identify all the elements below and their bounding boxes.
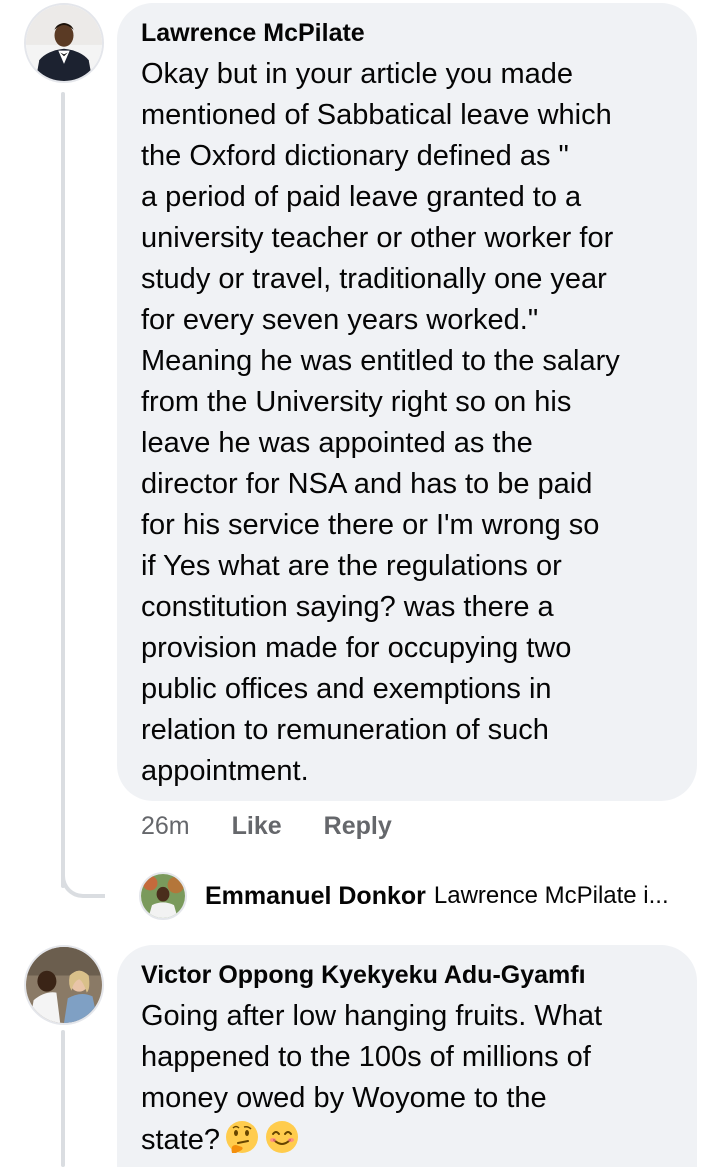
smiling-face-icon: [266, 1121, 298, 1153]
avatar-victor[interactable]: [24, 945, 104, 1025]
reply-snippet[interactable]: Lawrence McPilate i...: [434, 882, 669, 910]
comment-author[interactable]: Lawrence McPilate: [141, 17, 697, 49]
comment-text: Okay but in your article you made mentio…: [141, 58, 620, 787]
thread-connector-curve: [61, 858, 105, 898]
avatar-emmanuel[interactable]: [139, 872, 187, 920]
comment-actions: 26m Like Reply: [141, 812, 392, 841]
reply-preview[interactable]: Emmanuel Donkor Lawrence McPilate i...: [139, 872, 669, 920]
comment-bubble-lawrence[interactable]: Lawrence McPilate Okay but in your artic…: [117, 3, 697, 801]
avatar-victor-image: [26, 947, 102, 1023]
reply-author[interactable]: Emmanuel Donkor: [205, 882, 426, 911]
comments-thread: Lawrence McPilate Okay but in your artic…: [0, 0, 720, 1167]
thinking-face-icon: [226, 1121, 258, 1153]
comment-bubble-victor[interactable]: Victor Oppong Kyekyeku Adu-Gyamfı Going …: [117, 945, 697, 1167]
comment-text: Going after low hanging fruits. What hap…: [141, 996, 697, 1161]
thread-connector-line-2: [61, 1030, 65, 1167]
reply-button[interactable]: Reply: [324, 812, 392, 841]
comment-text-body: Going after low hanging fruits. What hap…: [141, 1000, 603, 1156]
comment-timestamp[interactable]: 26m: [141, 812, 190, 841]
avatar-lawrence[interactable]: [24, 3, 104, 83]
comment-author[interactable]: Victor Oppong Kyekyeku Adu-Gyamfı: [141, 959, 697, 991]
thread-connector-line: [61, 92, 65, 888]
like-button[interactable]: Like: [232, 812, 282, 841]
avatar-emmanuel-image: [141, 874, 185, 918]
avatar-lawrence-image: [26, 5, 102, 81]
